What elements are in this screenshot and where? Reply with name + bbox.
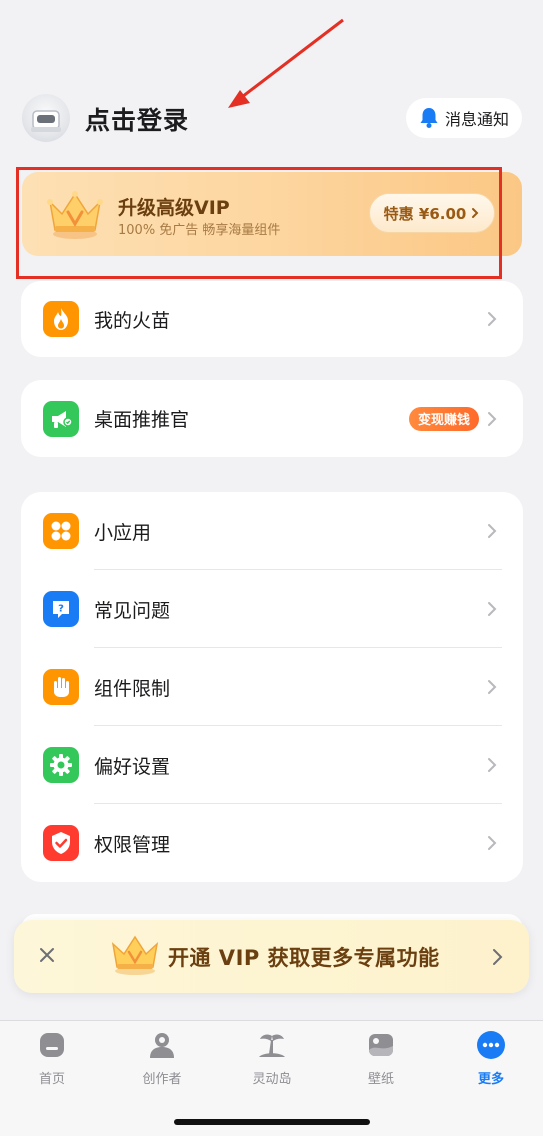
- question-bubble-icon: ?: [43, 591, 79, 627]
- promo-text: 开通 VIP 获取更多专属功能: [168, 946, 440, 970]
- tab-home[interactable]: 首页: [7, 1030, 97, 1087]
- notification-label: 消息通知: [444, 110, 509, 129]
- login-link[interactable]: 点击登录: [85, 101, 189, 137]
- shield-check-icon: [43, 825, 79, 861]
- tab-label: 更多: [477, 1072, 504, 1087]
- notification-button[interactable]: 消息通知: [406, 98, 522, 138]
- tab-dynamic-island[interactable]: 灵动岛: [227, 1030, 317, 1087]
- menu-item-label: 权限管理: [94, 833, 171, 856]
- svg-text:?: ?: [58, 604, 64, 615]
- island-palm-icon: [259, 1034, 285, 1057]
- menu-item-label: 桌面推推官: [94, 409, 190, 431]
- chevron-right-icon: [488, 836, 497, 850]
- chevron-right-icon[interactable]: [492, 948, 503, 966]
- menu-item-label: 常见问题: [94, 599, 171, 622]
- more-icon: [477, 1031, 505, 1059]
- hand-stop-icon: [43, 669, 79, 705]
- crown-icon: [111, 935, 159, 975]
- menu-item-mini-apps[interactable]: 小应用: [21, 492, 523, 570]
- tab-label: 首页: [38, 1072, 65, 1087]
- home-icon: [40, 1033, 64, 1057]
- tab-more[interactable]: 更多: [446, 1030, 536, 1087]
- menu-item-label: 我的火苗: [94, 309, 171, 332]
- home-indicator: [174, 1119, 370, 1125]
- menu-item-faq[interactable]: ? 常见问题: [21, 570, 523, 648]
- tab-label: 灵动岛: [252, 1072, 292, 1087]
- flame-icon: [43, 301, 79, 337]
- menu-card-settings: 小应用 ? 常见问题 组件限制 偏好设置 权限管理: [21, 492, 523, 882]
- menu-item-widget-limits[interactable]: 组件限制: [21, 648, 523, 726]
- tab-creator[interactable]: 创作者: [117, 1030, 207, 1087]
- menu-item-my-flame[interactable]: 我的火苗: [21, 281, 523, 357]
- avatar[interactable]: [22, 94, 70, 142]
- wallpaper-icon: [369, 1034, 393, 1056]
- chevron-right-icon: [488, 680, 497, 694]
- menu-item-preferences[interactable]: 偏好设置: [21, 726, 523, 804]
- menu-card-flame: 我的火苗: [21, 281, 523, 357]
- chevron-right-icon: [488, 524, 497, 538]
- chevron-right-icon: [488, 758, 497, 772]
- gear-icon: [43, 747, 79, 783]
- close-icon[interactable]: [36, 944, 58, 966]
- menu-item-label: 小应用: [94, 521, 152, 544]
- menu-item-label: 组件限制: [94, 677, 171, 700]
- annotation-highlight-box: [16, 167, 502, 279]
- tab-label: 创作者: [142, 1072, 182, 1087]
- tab-wallpaper[interactable]: 壁纸: [336, 1030, 426, 1087]
- chevron-right-icon: [488, 411, 497, 426]
- creator-icon: [150, 1033, 174, 1058]
- bell-icon: [420, 108, 438, 128]
- chevron-right-icon: [488, 312, 497, 326]
- earn-money-badge: 变现赚钱: [408, 406, 479, 431]
- robot-avatar-icon: [31, 110, 61, 132]
- chevron-right-icon: [488, 602, 497, 616]
- menu-item-label: 偏好设置: [94, 755, 171, 778]
- apps-grid-icon: [43, 513, 79, 549]
- tab-label: 壁纸: [367, 1072, 394, 1087]
- menu-item-permissions[interactable]: 权限管理: [21, 804, 523, 882]
- menu-item-desktop-promoter[interactable]: 桌面推推官 变现赚钱: [21, 380, 523, 457]
- menu-card-promoter: 桌面推推官 变现赚钱: [21, 380, 523, 457]
- megaphone-icon: [43, 400, 79, 437]
